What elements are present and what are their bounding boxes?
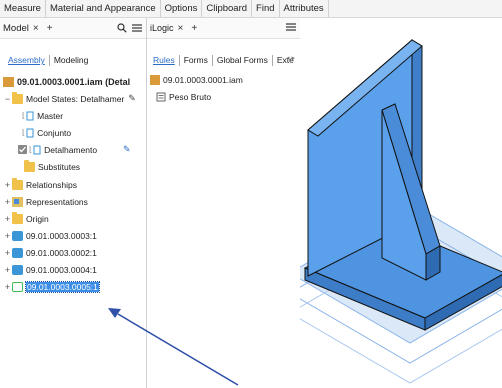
annotation-arrow [108, 308, 239, 386]
